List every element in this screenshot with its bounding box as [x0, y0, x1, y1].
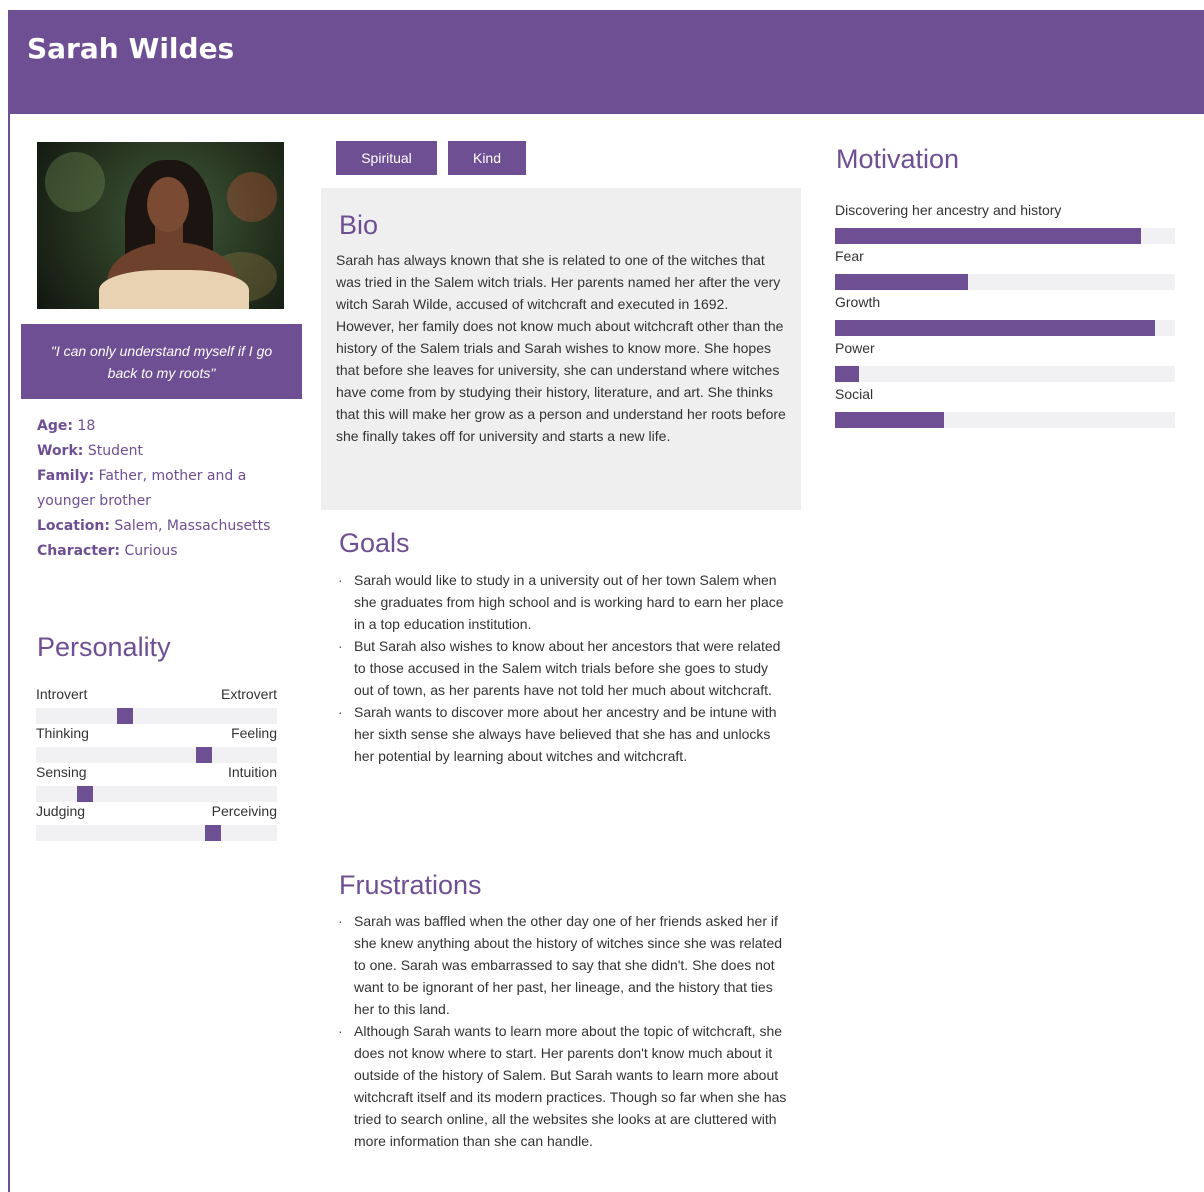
bio-text: Sarah has always known that she is relat…	[336, 252, 786, 444]
frustrations-title: Frustrations	[339, 870, 482, 900]
goals-title: Goals	[339, 528, 410, 558]
motivation-bar-track	[835, 366, 1175, 382]
persona-quote-box: "I can only understand myself if I go ba…	[21, 324, 302, 399]
fact-work: Work: Student	[37, 443, 143, 459]
motivation-label: Growth	[835, 294, 881, 310]
motivation-growth: Growth	[835, 294, 1175, 336]
motivation-bar-fill	[835, 274, 968, 290]
trait-slider-marker	[117, 708, 133, 724]
trait-left-label: Judging	[36, 803, 86, 819]
trait-thinking-feeling: Thinking Feeling	[36, 725, 277, 763]
list-item: Sarah wants to discover more about her a…	[336, 701, 788, 767]
fact-location: Location: Salem, Massachusetts	[37, 518, 271, 534]
motivation-title: Motivation	[836, 144, 960, 174]
motivation-fear: Fear	[835, 248, 1175, 290]
list-item: But Sarah also wishes to know about her …	[336, 635, 788, 701]
trait-slider-marker	[205, 825, 221, 841]
trait-slider-marker	[196, 747, 212, 763]
page-left-border	[8, 10, 10, 1192]
trait-right-label: Extrovert	[220, 686, 277, 702]
trait-right-label: Intuition	[227, 764, 277, 780]
goals-list: Sarah would like to study in a universit…	[336, 569, 788, 767]
persona-facts: Age: 18 Work: Student Family: Father, mo…	[37, 414, 282, 564]
trait-introvert-extrovert: Introvert Extrovert	[36, 686, 277, 724]
personality-title: Personality	[37, 632, 171, 662]
trait-left-label: Sensing	[36, 764, 87, 780]
motivation-bar-track	[835, 412, 1175, 428]
motivation-bar-fill	[835, 412, 944, 428]
trait-slider-marker	[77, 786, 93, 802]
list-item: Sarah would like to study in a universit…	[336, 569, 788, 635]
motivation-social: Social	[835, 386, 1175, 428]
fact-character: Character: Curious	[37, 543, 178, 559]
motivation-label: Power	[835, 340, 875, 356]
trait-right-label: Feeling	[231, 725, 277, 741]
bio-title: Bio	[339, 210, 379, 240]
trait-slider-track	[36, 786, 277, 802]
trait-judging-perceiving: Judging Perceiving	[36, 803, 277, 841]
persona-photo	[37, 142, 284, 309]
page-header: Sarah Wildes	[8, 10, 1204, 114]
motivation-label: Social	[835, 386, 874, 402]
trait-slider-track	[36, 825, 277, 841]
trait-slider-track	[36, 747, 277, 763]
motivation-bar-fill	[835, 228, 1141, 244]
tag-spiritual: Spiritual	[336, 141, 437, 175]
trait-sensing-intuition: Sensing Intuition	[36, 764, 277, 802]
motivation-bar-fill	[835, 320, 1155, 336]
motivation-bar-fill	[835, 366, 859, 382]
motivation-ancestry: Discovering her ancestry and history	[835, 202, 1175, 244]
trait-left-label: Introvert	[36, 686, 88, 702]
motivation-bar-track	[835, 320, 1175, 336]
list-item: Sarah was baffled when the other day one…	[336, 910, 788, 1020]
motivation-label: Fear	[835, 248, 864, 264]
motivation-bar-track	[835, 274, 1175, 290]
trait-right-label: Perceiving	[211, 803, 277, 819]
persona-quote: "I can only understand myself if I go ba…	[50, 342, 273, 381]
list-item: Although Sarah wants to learn more about…	[336, 1020, 788, 1152]
motivation-label: Discovering her ancestry and history	[835, 202, 1062, 218]
motivation-power: Power	[835, 340, 1175, 382]
trait-slider-track	[36, 708, 277, 724]
motivation-bar-track	[835, 228, 1175, 244]
fact-family: Family: Father, mother and a younger bro…	[37, 468, 247, 509]
trait-left-label: Thinking	[36, 725, 89, 741]
frustrations-list: Sarah was baffled when the other day one…	[336, 910, 788, 1152]
fact-age: Age: 18	[37, 418, 96, 434]
tag-kind: Kind	[448, 141, 526, 175]
persona-name: Sarah Wildes	[27, 32, 235, 65]
